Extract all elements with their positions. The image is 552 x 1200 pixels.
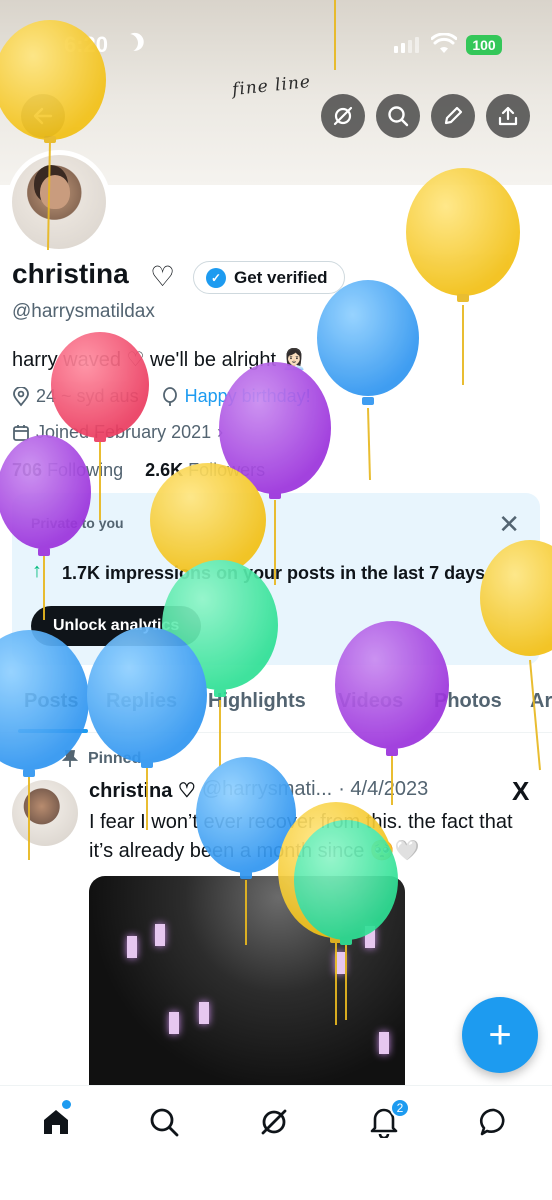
share-button[interactable] [486,94,530,138]
media-light [169,1012,179,1034]
media-light [199,1002,209,1024]
trending-up-icon: ↑ [32,560,42,582]
nav-search[interactable] [144,1102,184,1142]
post-avatar[interactable] [12,780,78,846]
chevron-right-icon: › [217,422,224,442]
edit-button[interactable] [431,94,475,138]
grok-button[interactable] [321,94,365,138]
media-light [365,926,375,948]
balloon-icon [162,386,177,406]
battery-indicator: 100 [466,35,502,55]
media-light [155,924,165,946]
post-text: I fear I won’t ever recover from this. t… [89,811,513,862]
followers-label: Followers [188,460,266,480]
follow-stats: 706 Following 2.6K Followers [12,460,265,481]
post-media[interactable] [89,876,405,1091]
balloon-icon [406,168,520,385]
post-date: · 4/4/2023 [338,778,429,800]
cellular-signal-icon [394,37,419,53]
back-button[interactable] [21,94,65,138]
messages-icon [479,1108,505,1136]
grok-icon [333,106,353,126]
followers-count: 2.6K [145,460,184,480]
tab-active-indicator [18,729,88,733]
post-header: christina ♡ @harrysmati... · 4/4/2023 [89,778,428,803]
media-light [379,1032,389,1054]
profile-tabs: Posts Replies Highlights Videos Photos A… [0,680,552,733]
compose-post-button[interactable]: + [462,997,538,1073]
media-light [127,936,137,958]
profile-name: christina [12,258,129,289]
profile-website-link[interactable]: Happy birthday! [185,386,311,407]
tab-videos[interactable]: Videos [338,690,403,713]
status-time: 6:20 [64,32,109,57]
calendar-icon [13,424,29,441]
home-unread-dot [62,1100,71,1109]
following-count: 706 [12,460,43,480]
following-label: Following [47,460,124,480]
name-suffix: ♡ [150,261,176,292]
back-arrow-icon [33,107,53,125]
profile-bio: harry waved ♡ we'll be alright 👩🏻‍💼 [12,349,307,371]
home-icon [44,1110,68,1134]
verified-badge-icon: ✓ [206,267,226,288]
tab-photos[interactable]: Photos [434,690,502,713]
post-author[interactable]: christina ♡ [89,778,196,803]
share-icon [498,106,518,126]
profile-joined: Joined February 2021 [36,422,212,442]
pinned-label: Pinned [62,750,141,768]
pin-icon [62,750,78,767]
edit-icon [444,106,463,125]
profile-avatar[interactable] [7,150,111,254]
profile-handle: @harrysmatildax [12,301,155,322]
banner-script-text: fine line [231,71,312,101]
tab-posts[interactable]: Posts [24,690,78,713]
unlock-analytics-button[interactable]: Unlock analytics [31,606,202,646]
tab-articles[interactable]: Ar [530,690,552,713]
close-icon[interactable]: ✕ [498,509,520,540]
nav-messages[interactable] [474,1102,514,1142]
nav-grok[interactable] [254,1102,294,1142]
avatar [12,155,106,249]
search-icon [150,1108,179,1137]
bottom-navigation: 2 [0,1085,552,1200]
impressions-text: 1.7K impressions on your posts in the la… [62,563,486,583]
media-light [335,952,345,974]
profile-location: 24 ~ syd aus [36,386,139,406]
analytics-card: Private to you ✕ ↑ 1.7K impressions on y… [12,493,540,665]
wifi-icon [431,33,457,53]
nav-home[interactable] [36,1102,76,1142]
search-button[interactable] [376,94,420,138]
balloon-icon [317,280,419,481]
grok-icon [261,1109,287,1135]
profile-joined-row[interactable]: Joined February 2021 › [12,422,223,443]
plus-icon: + [488,1012,512,1057]
pinned-text: Pinned [88,750,142,767]
x-logo-icon: X [512,776,530,806]
followers-link[interactable]: 2.6K Followers [145,460,265,481]
tab-highlights[interactable]: Highlights [208,690,306,713]
following-link[interactable]: 706 Following [12,460,123,481]
post-handle: @harrysmati... [201,778,333,800]
tab-replies[interactable]: Replies [106,690,177,713]
card-label: Private to you [31,515,124,531]
notification-count-badge: 2 [390,1098,410,1118]
get-verified-button[interactable]: ✓ Get verified [193,261,345,294]
search-icon [388,106,409,127]
profile-meta-row: 24 ~ syd aus Happy birthday! [12,386,311,407]
location-icon [13,386,29,406]
get-verified-label: Get verified [234,267,328,287]
